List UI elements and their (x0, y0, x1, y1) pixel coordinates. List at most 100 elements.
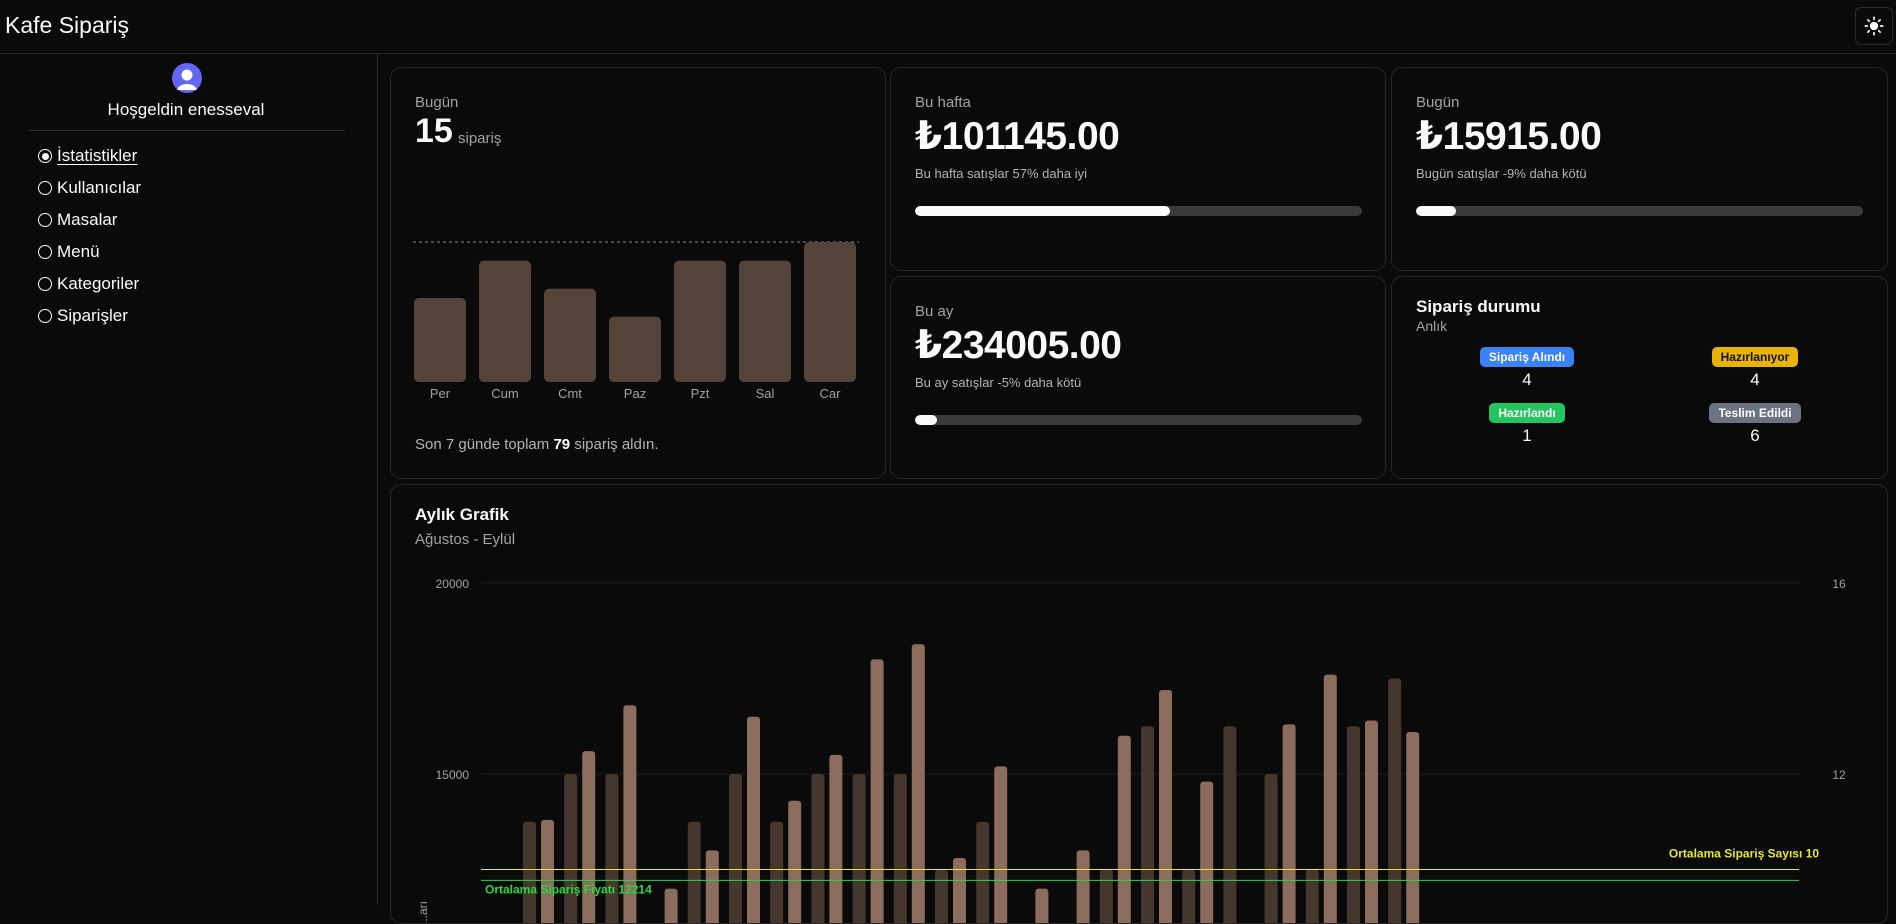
order-count-bar (811, 774, 824, 924)
today-sales-amount: ₺15915.00 (1416, 114, 1601, 159)
radio-icon (38, 213, 52, 227)
order-price-bar (1077, 850, 1090, 924)
order-status-subtitle: Anlık (1416, 318, 1447, 334)
order-count-bar (935, 870, 948, 924)
order-price-bar (1324, 675, 1337, 924)
status-count: 1 (1472, 426, 1582, 446)
left-axis-tick: 15000 (436, 768, 470, 782)
weekly-day-label: Paz (624, 386, 646, 398)
monthly-sales-progress-fill (915, 415, 937, 425)
weekly-bar (609, 317, 661, 382)
weekly-day-label: Cum (491, 386, 518, 398)
weekly-sales-progress (915, 206, 1362, 216)
order-count-bar (770, 822, 783, 924)
sidebar-divider (29, 130, 345, 131)
status-received: Sipariş Alındı 4 (1472, 347, 1582, 390)
radio-icon (38, 245, 52, 259)
today-orders-card: Bugün 15 sipariş PerCumCmtPazPztSalÇar S… (390, 67, 886, 479)
order-price-bar (541, 820, 554, 924)
today-orders-count: 15 (415, 112, 453, 151)
monthly-sales-comparison: Bu ay satışlar -5% daha kötü (915, 375, 1081, 390)
sidebar-item-menu[interactable]: Menü (38, 236, 141, 268)
order-count-bar (564, 774, 577, 924)
today-sales-progress (1416, 206, 1863, 216)
status-badge: Teslim Edildi (1709, 403, 1800, 423)
right-axis-tick: 16 (1832, 577, 1846, 591)
status-ready: Hazırlandı 1 (1472, 403, 1582, 446)
left-axis-label: ...arı (416, 901, 430, 924)
weekly-total-suffix: sipariş aldın. (574, 436, 658, 453)
weekly-day-label: Sal (756, 386, 775, 398)
order-price-bar (871, 659, 884, 924)
order-count-bar (1347, 726, 1360, 924)
weekly-sales-progress-fill (915, 206, 1170, 216)
weekly-total-text: Son 7 günde toplam 79 sipariş aldın. (415, 436, 659, 453)
theme-toggle-button[interactable] (1855, 7, 1893, 45)
weekly-sales-comparison: Bu hafta satışlar 57% daha iyi (915, 166, 1087, 181)
weekly-sales-label: Bu hafta (915, 94, 971, 111)
order-count-bar (688, 822, 701, 924)
today-sales-comparison: Bugün satışlar -9% daha kötü (1416, 166, 1587, 181)
order-count-bar (605, 774, 618, 924)
sidebar-item-users[interactable]: Kullanıcılar (38, 172, 141, 204)
order-price-bar (706, 850, 719, 924)
order-count-bar (1141, 726, 1154, 924)
today-orders-label: Bugün (415, 94, 458, 111)
status-badge: Sipariş Alındı (1480, 347, 1574, 367)
sidebar-item-label: Kategoriler (57, 274, 139, 294)
sidebar-item-label: Siparişler (57, 306, 128, 326)
status-count: 6 (1700, 426, 1810, 446)
monthly-sales-label: Bu ay (915, 303, 953, 320)
weekly-sales-amount: ₺101145.00 (915, 114, 1119, 159)
sidebar: Hoşgeldin enesseval İstatistikler Kullan… (0, 54, 378, 905)
avg-order-count-label: Ortalama Sipariş Sayısı 10 (1669, 847, 1819, 861)
top-bar: Kafe Sipariş (0, 0, 1896, 54)
monthly-chart: 20000161500012...arıOrtalama Sipariş Say… (391, 485, 1888, 924)
sidebar-item-categories[interactable]: Kategoriler (38, 268, 141, 300)
order-count-bar (1100, 870, 1113, 924)
monthly-chart-card: Aylık Grafik Ağustos - Eylül 20000161500… (390, 484, 1888, 924)
left-axis-tick: 20000 (436, 577, 470, 591)
welcome-text: Hoşgeldin enesseval (0, 100, 372, 120)
weekly-bar (479, 261, 531, 382)
order-price-bar (788, 801, 801, 924)
avg-order-price-label: Ortalama Sipariş Fiyatı 12214 (485, 882, 652, 896)
weekly-bar (804, 242, 856, 382)
weekly-day-label: Pzt (691, 386, 710, 398)
order-status-card: Sipariş durumu Anlık Sipariş Alındı 4 Ha… (1391, 276, 1888, 479)
order-count-bar (976, 822, 989, 924)
order-price-bar (1365, 721, 1378, 924)
order-price-bar (912, 644, 925, 924)
sidebar-item-statistics[interactable]: İstatistikler (38, 140, 141, 172)
weekly-bar (544, 289, 596, 382)
sidebar-item-label: Kullanıcılar (57, 178, 141, 198)
weekly-total-count: 79 (553, 436, 570, 453)
order-price-bar (747, 717, 760, 924)
status-delivered: Teslim Edildi 6 (1700, 403, 1810, 446)
order-count-bar (853, 774, 866, 924)
sidebar-nav: İstatistikler Kullanıcılar Masalar Menü … (38, 140, 141, 332)
status-count: 4 (1472, 370, 1582, 390)
user-icon (172, 63, 202, 93)
order-price-bar (1200, 782, 1213, 924)
radio-icon (38, 277, 52, 291)
sidebar-item-label: İstatistikler (57, 146, 137, 166)
avatar[interactable] (172, 63, 202, 93)
order-price-bar (829, 755, 842, 924)
order-count-bar (1306, 870, 1319, 924)
order-price-bar (582, 751, 595, 924)
monthly-sales-amount: ₺234005.00 (915, 323, 1122, 368)
order-price-bar (1406, 732, 1419, 924)
app-title: Kafe Sipariş (5, 12, 129, 39)
status-badge: Hazırlandı (1489, 403, 1564, 423)
status-count: 4 (1700, 370, 1810, 390)
status-preparing: Hazırlanıyor 4 (1700, 347, 1810, 390)
order-count-bar (1182, 870, 1195, 924)
weekly-day-label: Cmt (558, 386, 582, 398)
sidebar-item-tables[interactable]: Masalar (38, 204, 141, 236)
weekly-bar (739, 261, 791, 382)
radio-selected-icon (38, 149, 52, 163)
sidebar-item-orders[interactable]: Siparişler (38, 300, 141, 332)
order-count-bar (1388, 679, 1401, 924)
status-badge: Hazırlanıyor (1712, 347, 1799, 367)
